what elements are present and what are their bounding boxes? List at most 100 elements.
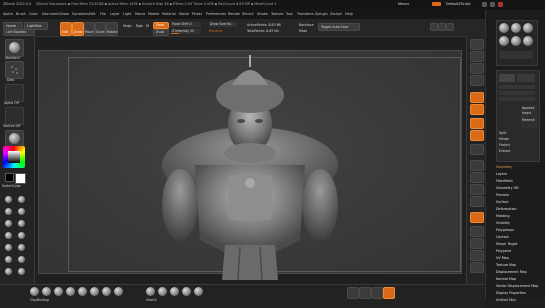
damstandard-brush-icon[interactable] [42, 287, 51, 296]
zoom-button[interactable] [470, 75, 484, 86]
unified-skin-section[interactable]: Unified Skin [496, 298, 516, 302]
scale-view-button[interactable] [470, 184, 484, 195]
texture-map-section[interactable]: Texture Map [496, 263, 516, 267]
z-intensity-slider[interactable]: Z Intensity 25 [171, 29, 201, 34]
move-brush-icon[interactable] [66, 287, 75, 296]
insert-button[interactable]: Insert [522, 111, 531, 115]
scroll-button[interactable] [470, 63, 484, 74]
brush-slot-icon[interactable] [5, 208, 12, 215]
menu-zplugin[interactable]: Zplugin [315, 12, 328, 16]
menu-macro[interactable]: Macro [135, 12, 145, 16]
preview-section[interactable]: Preview [496, 193, 509, 197]
subtool-row[interactable] [499, 91, 535, 95]
uv-map-section[interactable]: UV Map [496, 256, 509, 260]
ghost-button[interactable] [470, 238, 484, 249]
transpose-icon[interactable] [347, 287, 359, 299]
brush-slot-icon[interactable] [5, 244, 12, 251]
normal-map-section[interactable]: Normal Map [496, 277, 516, 281]
see-through-icon[interactable] [438, 23, 446, 31]
menu-movie[interactable]: Movie [179, 12, 189, 16]
switch-color-label[interactable]: SwitchColor [2, 184, 21, 188]
solo-button[interactable] [470, 250, 484, 261]
menus-switch[interactable] [432, 2, 441, 6]
actual-button[interactable] [470, 92, 484, 103]
live-boolean-button[interactable]: Live Boolean [3, 29, 35, 36]
trimdynamic-brush-icon[interactable] [102, 287, 111, 296]
scale-button[interactable]: Scale [95, 22, 106, 36]
tool-thumb-icon[interactable] [511, 23, 521, 33]
subtool-row[interactable] [499, 85, 535, 89]
polyframe-button[interactable] [470, 212, 484, 223]
alpha-off-button[interactable] [5, 84, 24, 102]
move-view-button[interactable] [470, 172, 484, 183]
menu-zscript[interactable]: Zscript [330, 12, 342, 16]
subtool-slot[interactable] [517, 74, 535, 82]
brush-slot-icon[interactable] [5, 232, 12, 239]
menu-tool[interactable]: Tool [286, 12, 293, 16]
primary-color-swatch[interactable] [15, 173, 26, 184]
visibility-section[interactable]: Visibility [496, 221, 510, 225]
subtool-row[interactable] [499, 97, 535, 101]
menu-color[interactable]: Color [29, 12, 38, 16]
polypaint-section[interactable]: Polypaint [496, 249, 511, 253]
brush-slot-icon[interactable] [18, 208, 25, 215]
brush-slot-icon[interactable] [18, 232, 25, 239]
tool-thumb-icon[interactable] [511, 36, 521, 46]
menu-file[interactable]: File [100, 12, 106, 16]
vector-displacement-section[interactable]: Vector Displacement Map [496, 284, 538, 288]
standard-brush-button[interactable] [5, 39, 24, 57]
rotate-view-button[interactable] [470, 196, 484, 207]
edit-mode-icon[interactable] [383, 287, 395, 299]
menu-stroke[interactable]: Stroke [257, 12, 268, 16]
remesh-button[interactable]: Remesh [522, 118, 535, 122]
quicksave-icon[interactable] [430, 23, 438, 31]
draw-button[interactable]: Draw [72, 22, 84, 36]
menu-light[interactable]: Light [123, 12, 131, 16]
brush-slot-icon[interactable] [18, 256, 25, 263]
geometry-section[interactable]: Geometry [496, 165, 512, 169]
local-button[interactable] [470, 144, 484, 155]
menu-edit[interactable]: Edit [89, 12, 96, 16]
menu-picker[interactable]: Picker [192, 12, 202, 16]
bpr-button[interactable] [470, 39, 484, 50]
backface-toggle[interactable]: Backface [299, 23, 314, 27]
morph-target-section[interactable]: Morph Target [496, 242, 518, 246]
color-picker[interactable] [3, 146, 25, 168]
blob-brush-icon[interactable] [182, 287, 191, 296]
menu-texture[interactable]: Texture [271, 12, 283, 16]
menus-toggle[interactable]: Menus [398, 2, 409, 6]
color-picker-square[interactable] [8, 151, 20, 163]
extract-button[interactable]: Extract [499, 149, 510, 153]
close-icon[interactable] [498, 2, 503, 7]
menu-brush[interactable]: Brush [16, 12, 26, 16]
brush-slot-icon[interactable] [5, 220, 12, 227]
secondary-color-swatch[interactable] [5, 173, 14, 182]
tool-thumb-icon[interactable] [523, 23, 533, 33]
deformation-section[interactable]: Deformation [496, 207, 517, 211]
sculptris-pro-icon[interactable] [371, 287, 383, 299]
edit-button[interactable]: Edit [60, 22, 72, 36]
brush-slot-icon[interactable] [18, 268, 25, 275]
extra-brush-icon[interactable] [194, 287, 203, 296]
append-button[interactable]: Append [522, 106, 534, 110]
persp-button[interactable] [470, 118, 484, 129]
menu-marker[interactable]: Marker [148, 12, 160, 16]
lightbox-icon[interactable] [446, 23, 454, 31]
rgb-toggle[interactable]: Rgb [136, 24, 143, 28]
transp-button[interactable] [470, 226, 484, 237]
aahalf-button[interactable] [470, 104, 484, 115]
menu-layer[interactable]: Layer [110, 12, 119, 16]
brush-slot-icon[interactable] [5, 256, 12, 263]
spix-button[interactable] [470, 51, 484, 62]
minimize-icon[interactable] [482, 2, 487, 7]
menu-help[interactable]: Help [345, 12, 353, 16]
clay-brush-icon[interactable] [170, 287, 179, 296]
hpolish-brush-icon[interactable] [114, 287, 123, 296]
surface-section[interactable]: Surface [496, 200, 509, 204]
layers-section[interactable]: Layers [496, 172, 507, 176]
contact-section[interactable]: Contact [496, 235, 509, 239]
tool-thumb-icon[interactable] [499, 36, 509, 46]
menu-preferences[interactable]: Preferences [206, 12, 226, 16]
maximize-icon[interactable] [490, 2, 495, 7]
m-toggle[interactable]: M [146, 24, 149, 28]
